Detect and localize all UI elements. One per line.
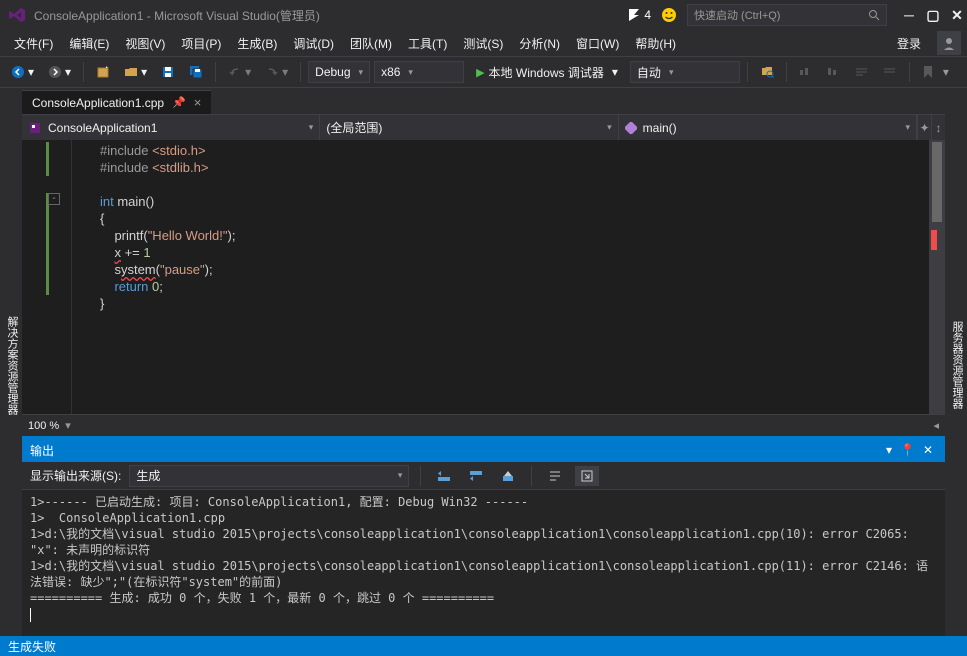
menu-help[interactable]: 帮助(H) — [627, 31, 684, 56]
new-project-button[interactable] — [91, 62, 115, 82]
quick-launch-input[interactable]: 快速启动 (Ctrl+Q) — [687, 4, 887, 26]
server-explorer-tab[interactable]: 服务器资源管理器 — [947, 315, 967, 415]
step-button-2 — [822, 64, 846, 80]
title-bar: ConsoleApplication1 - Microsoft Visual S… — [0, 0, 967, 30]
menu-bar: 文件(F) 编辑(E) 视图(V) 项目(P) 生成(B) 调试(D) 团队(M… — [0, 30, 967, 56]
redo-button[interactable]: ▾ — [260, 62, 293, 82]
menu-debug[interactable]: 调试(D) — [285, 31, 342, 56]
output-title-label: 输出 — [30, 442, 54, 459]
h-scroll-left[interactable]: ◂ — [933, 419, 939, 432]
split-button[interactable]: ✦ — [917, 115, 931, 140]
platform-combo[interactable]: x86▾ — [374, 61, 464, 83]
method-icon — [625, 122, 637, 134]
context-combo[interactable]: (全局范围)▾ — [320, 115, 618, 140]
start-debug-button[interactable]: ▶本地 Windows 调试器▾ — [468, 61, 626, 84]
nav-forward-button[interactable]: ▾ — [43, 62, 76, 82]
output-title-bar[interactable]: 输出 ▾ 📍 ✕ — [22, 438, 945, 462]
output-text[interactable]: 1>------ 已启动生成: 项目: ConsoleApplication1,… — [22, 490, 945, 636]
step-button-1 — [794, 64, 818, 80]
error-indicator[interactable] — [931, 230, 937, 250]
code-nav-bar: ConsoleApplication1▾ (全局范围)▾ main()▾ ✦ ↕ — [22, 114, 945, 140]
output-pane: 输出 ▾ 📍 ✕ 显示输出来源(S): 生成▾ 1>------ 已启动生成: … — [22, 436, 945, 636]
solution-explorer-tab[interactable]: 解决方案资源管理器 — [2, 310, 22, 421]
sign-in-button[interactable]: 登录 — [889, 31, 929, 56]
clear-button[interactable] — [496, 466, 520, 486]
maximize-button[interactable]: ▢ — [927, 9, 939, 21]
output-close-button[interactable]: ✕ — [919, 443, 937, 457]
comment-button — [850, 64, 874, 80]
uncomment-button — [878, 64, 902, 80]
main-toolbar: ▾ ▾ ▾ ▾ ▾ Debug▾ x86▾ ▶本地 Windows 调试器▾ 自… — [0, 56, 967, 88]
menu-file[interactable]: 文件(F) — [6, 31, 61, 56]
menu-test[interactable]: 测试(S) — [455, 31, 511, 56]
pin-icon[interactable]: 📌 — [172, 96, 186, 109]
quick-launch-placeholder: 快速启动 (Ctrl+Q) — [694, 7, 780, 23]
goto-next-button[interactable] — [464, 466, 488, 486]
save-button[interactable] — [156, 62, 180, 82]
code-editor[interactable]: -#include <stdio.h> #include <stdlib.h> … — [22, 140, 945, 414]
output-source-label: 显示输出来源(S): — [30, 467, 121, 484]
zoom-level[interactable]: 100 % — [28, 420, 59, 432]
editor-area: ConsoleApplication1.cpp 📌 × ConsoleAppli… — [22, 88, 945, 636]
goto-prev-button[interactable] — [432, 466, 456, 486]
menu-tools[interactable]: 工具(T) — [400, 31, 455, 56]
save-all-button[interactable] — [184, 62, 208, 82]
output-dropdown-button[interactable]: ▾ — [882, 443, 896, 457]
document-tabs: ConsoleApplication1.cpp 📌 × — [22, 88, 945, 114]
nav-back-button[interactable]: ▾ — [6, 62, 39, 82]
member-combo[interactable]: main()▾ — [619, 115, 917, 140]
auto-scroll-button[interactable] — [575, 466, 599, 486]
menu-view[interactable]: 视图(V) — [117, 31, 173, 56]
project-icon — [28, 121, 42, 135]
menu-project[interactable]: 项目(P) — [173, 31, 229, 56]
vs-logo-icon — [8, 6, 26, 24]
word-wrap-button[interactable] — [543, 466, 567, 486]
config-combo[interactable]: Debug▾ — [308, 61, 370, 83]
find-in-files-button[interactable] — [755, 62, 779, 82]
undo-button[interactable]: ▾ — [223, 62, 256, 82]
menu-window[interactable]: 窗口(W) — [568, 31, 627, 56]
scope-combo[interactable]: ConsoleApplication1▾ — [22, 115, 320, 140]
status-bar: 生成失败 — [0, 636, 967, 656]
output-pin-button[interactable]: 📍 — [896, 443, 919, 457]
bookmark-button[interactable] — [917, 62, 939, 82]
zoom-bar: 100 % ▾ ◂ — [22, 414, 945, 436]
menu-team[interactable]: 团队(M) — [342, 31, 400, 56]
split-button-2[interactable]: ↕ — [931, 115, 945, 140]
notification-flag[interactable]: 4 — [628, 8, 651, 22]
open-file-button[interactable]: ▾ — [119, 62, 152, 82]
code-content[interactable]: -#include <stdio.h> #include <stdlib.h> … — [72, 140, 929, 414]
right-sidebar: 服务器资源管理器 工具箱 属性 — [945, 88, 967, 636]
file-tab-label: ConsoleApplication1.cpp — [32, 96, 164, 110]
output-toolbar: 显示输出来源(S): 生成▾ — [22, 462, 945, 490]
minimize-button[interactable]: ─ — [903, 9, 915, 21]
window-title: ConsoleApplication1 - Microsoft Visual S… — [34, 7, 320, 24]
tab-close-button[interactable]: × — [194, 96, 202, 109]
search-icon — [868, 9, 880, 21]
file-tab[interactable]: ConsoleApplication1.cpp 📌 × — [22, 90, 211, 114]
user-icon[interactable] — [937, 31, 961, 55]
menu-build[interactable]: 生成(B) — [229, 31, 285, 56]
left-sidebar: 解决方案资源管理器 类视图 属性管理器 团队资源管理器 — [0, 88, 22, 636]
menu-edit[interactable]: 编辑(E) — [61, 31, 117, 56]
status-text: 生成失败 — [8, 638, 56, 655]
output-source-combo[interactable]: 生成▾ — [129, 465, 409, 487]
notification-count: 4 — [644, 8, 651, 22]
close-button[interactable]: ✕ — [951, 9, 963, 21]
menu-analyze[interactable]: 分析(N) — [511, 31, 568, 56]
debug-target-combo[interactable]: 自动▾ — [630, 61, 740, 83]
vertical-scrollbar[interactable] — [929, 140, 945, 414]
feedback-icon[interactable] — [661, 7, 677, 23]
